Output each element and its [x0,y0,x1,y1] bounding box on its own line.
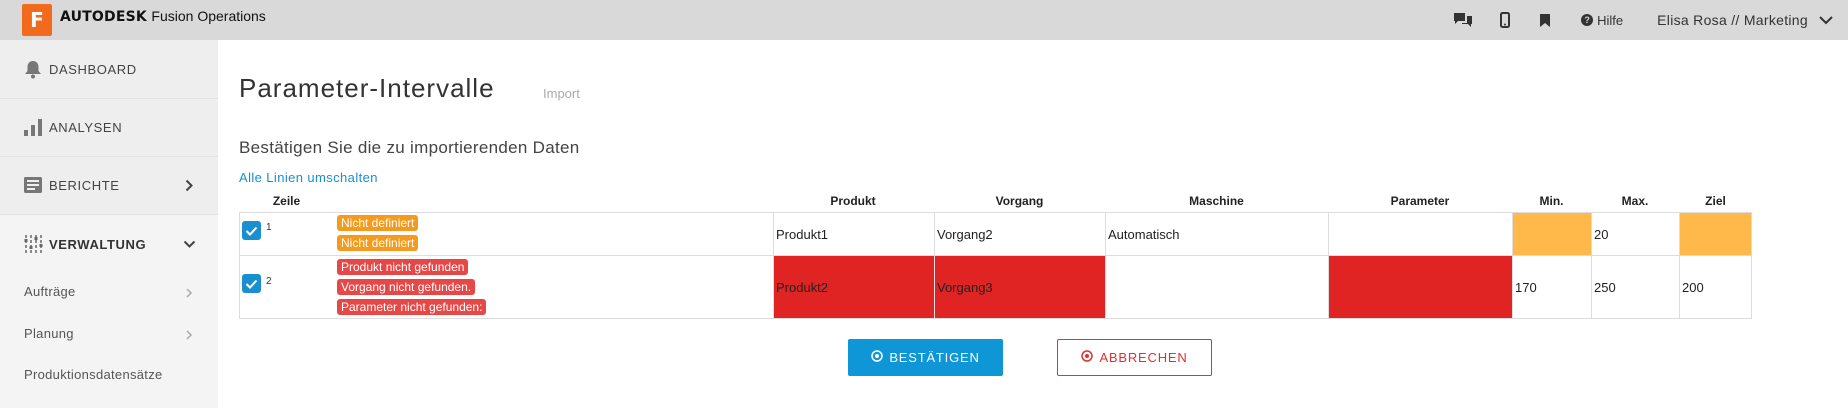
cancel-button-label: ABBRECHEN [1099,350,1188,365]
chevron-down-icon[interactable] [1816,10,1836,30]
brand-product: Fusion Operations [151,8,266,24]
chevron-right-icon [184,329,194,341]
cancel-circle-icon [1081,350,1094,365]
column-header-target: Ziel [1705,194,1726,208]
column-header-machine: Maschine [1189,194,1244,208]
bookmark-icon[interactable] [1535,10,1555,30]
target-cell [1680,213,1751,256]
status-badge: Parameter nicht gefunden: [337,299,487,315]
parameter-cell [1329,256,1513,318]
sidebar-divider [0,214,218,215]
sidebar-subitem-auftraege[interactable]: Aufträge [24,284,76,299]
mobile-icon[interactable] [1495,10,1515,30]
operation-cell: Vorgang2 [935,213,1106,256]
logo-letter: F [30,8,44,32]
machine-cell: Automatisch [1106,213,1329,256]
import-table: 1 Nicht definiert Nicht definiert Produk… [239,212,1752,319]
operation-cell: Vorgang3 [935,256,1106,318]
sidebar: DASHBOARD ANALYSEN BERICHTE VERWALTUNG A… [0,40,218,408]
max-cell: 250 [1592,256,1680,318]
check-circle-icon [871,350,884,365]
confirm-button[interactable]: BESTÄTIGEN [848,339,1003,376]
chevron-right-icon [184,287,194,299]
target-cell: 200 [1682,279,1704,295]
bar-chart-icon [22,116,44,138]
cancel-button[interactable]: ABBRECHEN [1057,339,1212,376]
sidebar-item-berichte[interactable]: BERICHTE [0,174,218,196]
toggle-all-rows-link[interactable]: Alle Linien umschalten [239,170,378,185]
section-title: Bestätigen Sie die zu importierenden Dat… [239,138,580,157]
sidebar-subitem-planung[interactable]: Planung [24,326,74,341]
min-cell: 170 [1513,256,1592,318]
row-number: 1 [266,222,272,233]
min-cell [1513,213,1592,256]
chevron-right-icon [182,178,196,192]
sidebar-item-verwaltung[interactable]: VERWALTUNG [0,233,218,255]
sidebar-item-dashboard[interactable]: DASHBOARD [0,58,218,80]
sidebar-item-label: ANALYSEN [49,119,123,135]
row-number: 2 [266,276,272,287]
page-title: Parameter-Intervalle [239,73,495,103]
chevron-down-icon [182,237,196,251]
app-logo[interactable]: F [22,4,52,36]
table-row [240,213,774,256]
help-icon: ? [1581,14,1594,26]
confirm-button-label: BESTÄTIGEN [889,350,980,365]
row-checkbox[interactable] [242,274,261,293]
page-subtitle: Import [543,86,580,101]
product-cell: Produkt2 [774,256,935,318]
parameter-cell [1329,213,1513,256]
sidebar-subitem-produktionsdatensaetze[interactable]: Produktionsdatensätze [24,367,163,382]
product-cell: Produkt1 [774,213,935,256]
status-badge: Nicht definiert [337,235,419,251]
top-actions: ? Hilfe Elisa Rosa // Marketing [1453,0,1848,40]
machine-cell [1106,256,1329,318]
sidebar-divider [0,98,218,99]
column-header-operation: Vorgang [995,194,1044,208]
brand-name: AUTODESK Fusion Operations [60,8,266,25]
help-label: Hilfe [1597,12,1624,28]
sliders-icon [22,233,44,255]
status-badge: Vorgang nicht gefunden. [337,279,476,295]
status-badge: Nicht definiert [337,215,419,231]
brand-bold: AUTODESK [60,9,147,25]
help-button[interactable]: ? Hilfe [1581,13,1623,28]
user-menu[interactable]: Elisa Rosa // Marketing [1657,12,1808,28]
sidebar-item-label: DASHBOARD [49,61,137,77]
sidebar-item-label: BERICHTE [49,177,120,193]
chat-icon[interactable] [1453,10,1473,30]
max-cell: 20 [1592,213,1680,256]
column-header-max: Max. [1621,194,1649,208]
sidebar-item-label: VERWALTUNG [49,236,147,252]
top-bar: F AUTODESK Fusion Operations ? Hilfe Eli… [0,0,1848,40]
column-header-row: Zeile [272,194,301,208]
sidebar-item-analysen[interactable]: ANALYSEN [0,116,218,138]
column-header-min: Min. [1539,194,1564,208]
report-icon [22,174,44,196]
status-badge: Produkt nicht gefunden [337,259,469,275]
column-header-product: Produkt [830,194,876,208]
table-row [240,256,774,318]
column-header-parameter: Parameter [1390,194,1450,208]
row-checkbox[interactable] [242,221,261,240]
bell-icon [22,58,44,80]
sidebar-divider [0,156,218,157]
